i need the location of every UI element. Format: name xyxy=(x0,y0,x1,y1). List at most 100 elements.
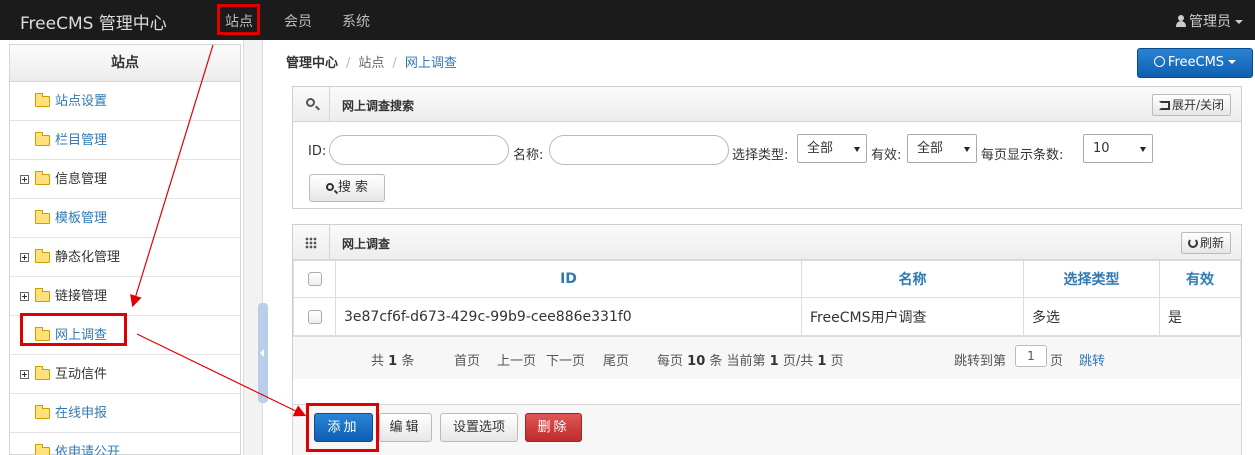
table-header-row: ID 名称 选择类型 有效 xyxy=(293,260,1241,298)
column-header-type[interactable]: 选择类型 xyxy=(1023,260,1160,298)
sidebar-item-letters[interactable]: 互动信件 xyxy=(10,355,240,394)
valid-select[interactable]: 全部 xyxy=(907,134,977,163)
sidebar-item-label: 站点设置 xyxy=(55,94,108,109)
sidebar-item-label: 互动信件 xyxy=(55,367,108,382)
folder-icon xyxy=(35,210,50,224)
jump-label: 跳转到第 xyxy=(954,354,1007,369)
cell-valid: 是 xyxy=(1159,297,1241,336)
site-switch-label: FreeCMS xyxy=(1167,55,1225,70)
folder-icon xyxy=(35,366,50,380)
action-bar: 添加 编辑 设置选项 删除 xyxy=(292,404,1242,455)
cell-type: 多选 xyxy=(1023,297,1160,336)
folder-icon xyxy=(35,249,50,263)
sidebar-item-template[interactable]: 模板管理 xyxy=(10,199,240,238)
brand-title[interactable]: FreeCMS 管理中心 xyxy=(20,9,167,34)
pager-first[interactable]: 首页 xyxy=(454,350,480,369)
sidebar-item-links[interactable]: 链接管理 xyxy=(10,277,240,316)
list-panel-header: 网上调查 刷新 xyxy=(293,225,1241,260)
search-panel-header: 网上调查搜索 展开/关闭 xyxy=(293,87,1241,122)
nav-system[interactable]: 系统 xyxy=(342,11,370,31)
sidebar-item-channel[interactable]: 栏目管理 xyxy=(10,121,240,160)
refresh-icon xyxy=(1187,238,1198,248)
name-label: 名称: xyxy=(513,148,544,163)
jump-page-input[interactable]: 1 xyxy=(1015,345,1047,367)
search-form: ID: 名称: 选择类型: 全部 有效: 全部 每页显示条数: 10 搜 索 xyxy=(293,122,1241,208)
nav-member[interactable]: 会员 xyxy=(284,11,312,31)
sidebar-item-label: 模板管理 xyxy=(55,211,108,226)
toggle-button[interactable]: 展开/关闭 xyxy=(1151,94,1231,116)
column-header-name[interactable]: 名称 xyxy=(801,260,1024,298)
pagesize-label: 每页显示条数: xyxy=(981,148,1064,163)
sidebar-item-site-settings[interactable]: 站点设置 xyxy=(10,82,240,121)
type-select[interactable]: 全部 xyxy=(797,134,867,163)
sidebar-item-disclosure[interactable]: 依申请公开 xyxy=(10,433,240,455)
expand-plus-icon[interactable] xyxy=(20,175,29,184)
sidebar-item-label: 链接管理 xyxy=(55,289,108,304)
search-panel: 网上调查搜索 展开/关闭 ID: 名称: 选择类型: 全部 有效: 全部 每页显… xyxy=(292,86,1242,209)
type-label: 选择类型: xyxy=(732,148,789,163)
folder-icon xyxy=(35,444,50,455)
sidebar-title: 站点 xyxy=(10,45,240,82)
survey-table: ID 名称 选择类型 有效 3e87cf6f-d673-429c-99b9-ce… xyxy=(293,260,1241,336)
expand-plus-icon[interactable] xyxy=(20,253,29,262)
highlight-box-nav xyxy=(217,4,260,35)
row-checkbox[interactable] xyxy=(307,309,322,324)
sidebar-item-label: 在线申报 xyxy=(55,406,108,421)
highlight-box-add xyxy=(306,403,379,452)
admin-label: 管理员 xyxy=(1189,14,1231,30)
pager-last[interactable]: 尾页 xyxy=(603,350,629,369)
table-row[interactable]: 3e87cf6f-d673-429c-99b9-cee886e331f0 Fre… xyxy=(293,297,1241,336)
delete-button[interactable]: 删除 xyxy=(525,413,582,442)
sidebar-item-online-apply[interactable]: 在线申报 xyxy=(10,394,240,433)
expand-plus-icon[interactable] xyxy=(20,292,29,301)
folder-icon xyxy=(35,171,50,185)
pager-next[interactable]: 下一页 xyxy=(546,350,585,369)
search-panel-title: 网上调查搜索 xyxy=(342,99,415,113)
sidebar-item-label: 栏目管理 xyxy=(55,133,108,148)
folder-icon xyxy=(35,93,50,107)
name-input[interactable] xyxy=(549,135,729,165)
valid-label: 有效: xyxy=(871,148,902,163)
caret-down-icon xyxy=(1228,60,1237,64)
search-icon xyxy=(325,183,334,191)
search-button[interactable]: 搜 索 xyxy=(309,174,385,202)
sidebar-item-label: 静态化管理 xyxy=(55,250,121,265)
user-icon xyxy=(1176,15,1186,27)
jump-button[interactable]: 跳转 xyxy=(1079,350,1105,369)
list-panel-title: 网上调查 xyxy=(342,237,391,251)
breadcrumb-home[interactable]: 管理中心 xyxy=(286,56,338,71)
pagesize-select[interactable]: 10 xyxy=(1083,134,1153,163)
cell-id: 3e87cf6f-d673-429c-99b9-cee886e331f0 xyxy=(335,297,802,336)
pager-prev[interactable]: 上一页 xyxy=(497,350,536,369)
options-button[interactable]: 设置选项 xyxy=(440,413,518,442)
folder-icon xyxy=(35,288,50,302)
sidebar-item-info[interactable]: 信息管理 xyxy=(10,160,240,199)
id-input[interactable] xyxy=(329,135,509,165)
expand-plus-icon[interactable] xyxy=(20,370,29,379)
sidebar: 站点 站点设置 栏目管理 信息管理 模板管理 静态化管理 链接管理 网上调查 互… xyxy=(9,44,241,455)
sidebar-item-label: 依申请公开 xyxy=(55,445,121,455)
column-header-id[interactable]: ID xyxy=(335,260,802,298)
pager-total: 共 1 条 xyxy=(371,354,415,369)
breadcrumb: 管理中心 / 站点 / 网上调查 xyxy=(286,56,457,71)
collapse-handle-icon[interactable] xyxy=(258,303,268,403)
column-header-valid[interactable]: 有效 xyxy=(1159,260,1241,298)
search-icon xyxy=(306,98,315,107)
highlight-box-sidebar xyxy=(20,313,127,346)
site-switch-button[interactable]: FreeCMS xyxy=(1137,48,1253,78)
breadcrumb-section[interactable]: 站点 xyxy=(358,56,384,71)
toggle-icon xyxy=(1158,101,1170,110)
folder-icon xyxy=(35,132,50,146)
admin-menu[interactable]: 管理员 xyxy=(1176,11,1243,31)
grid-icon xyxy=(305,237,317,249)
cell-name: FreeCMS用户调查 xyxy=(801,297,1024,336)
edit-button[interactable]: 编辑 xyxy=(379,413,432,442)
caret-down-icon xyxy=(1235,20,1243,24)
refresh-button[interactable]: 刷新 xyxy=(1180,232,1231,254)
sidebar-item-static[interactable]: 静态化管理 xyxy=(10,238,240,277)
select-all-checkbox[interactable] xyxy=(307,272,322,286)
pagination: 共 1 条 首页 上一页 下一页 尾页 每页 10 条 当前第 1 页/共 1 … xyxy=(293,336,1241,379)
id-label: ID: xyxy=(308,144,327,159)
folder-icon xyxy=(35,405,50,419)
top-navbar: FreeCMS 管理中心 站点 会员 系统 管理员 xyxy=(0,0,1255,40)
